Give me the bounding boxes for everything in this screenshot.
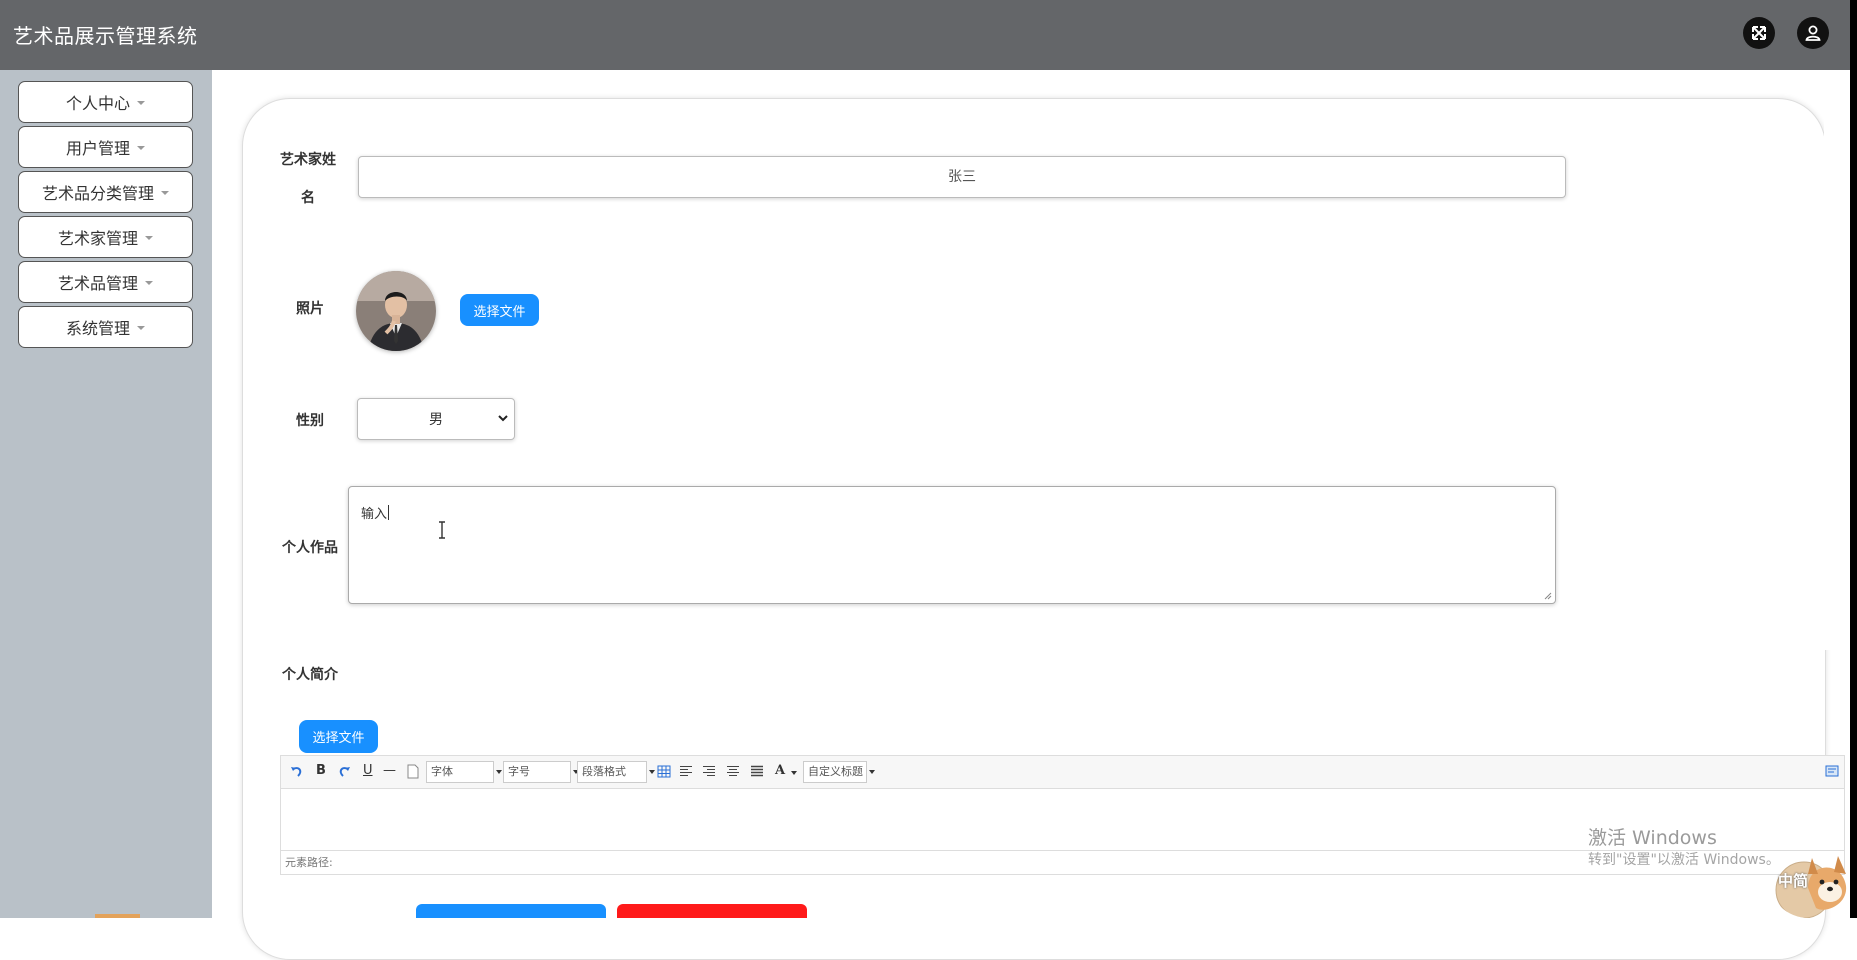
submit-button[interactable] [416, 904, 606, 918]
undo-icon[interactable] [290, 765, 304, 779]
sidebar-item-label: 艺术品管理 [57, 274, 138, 293]
text-cursor [388, 505, 390, 520]
font-size-select[interactable]: 字号 [503, 761, 579, 783]
sidebar-item-system-management[interactable]: 系统管理 [18, 306, 193, 348]
works-textarea[interactable]: 输入 [348, 486, 1556, 604]
gender-select[interactable]: 男 [357, 398, 515, 440]
avatar [356, 271, 436, 351]
taskbar-strip [95, 914, 140, 918]
font-family-select[interactable]: 字体 [426, 761, 502, 783]
cancel-button[interactable] [617, 904, 807, 918]
caret-down-icon [145, 281, 153, 285]
artist-name-input[interactable]: 张三 [358, 156, 1566, 198]
bold-icon[interactable]: B [316, 763, 326, 778]
font-color-icon[interactable]: A [775, 763, 785, 778]
works-label: 个人作品 [282, 540, 338, 556]
user-icon [1805, 25, 1821, 41]
windows-activation-title: 激活 Windows [1588, 827, 1717, 849]
scrollbar[interactable] [1824, 70, 1842, 650]
windows-activation-subtitle: 转到"设置"以激活 Windows。 [1588, 852, 1780, 868]
font-family-value: 字体 [431, 765, 453, 778]
sidebar-item-label: 个人中心 [65, 94, 130, 113]
user-menu-button[interactable] [1797, 17, 1829, 49]
custom-title-value: 自定义标题 [808, 765, 863, 778]
custom-title-select[interactable]: 自定义标题 [803, 761, 875, 783]
document-icon[interactable] [407, 764, 419, 779]
align-justify-icon[interactable] [750, 765, 764, 777]
table-icon[interactable] [657, 765, 671, 778]
caret-down-icon [137, 326, 145, 330]
chevron-down-icon [498, 415, 508, 422]
sidebar-item-label: 系统管理 [65, 319, 130, 338]
intro-choose-file-button[interactable]: 选择文件 [299, 720, 378, 753]
sidebar-item-user-management[interactable]: 用户管理 [18, 126, 193, 168]
align-left-icon[interactable] [679, 765, 693, 777]
caret-down-icon [161, 191, 169, 195]
app-title: 艺术品展示管理系统 [13, 24, 198, 48]
font-size-value: 字号 [508, 765, 530, 778]
sidebar-item-category-management[interactable]: 艺术品分类管理 [18, 171, 193, 213]
ime-label: 中简 [1778, 872, 1809, 890]
dropdown-arrow-icon [869, 770, 875, 774]
gender-label: 性别 [296, 413, 324, 429]
artist-name-label: 艺术家姓 名 [276, 149, 340, 207]
photo-choose-file-button[interactable]: 选择文件 [460, 294, 539, 326]
caret-down-icon [145, 236, 153, 240]
sidebar-item-personal-center[interactable]: 个人中心 [18, 81, 193, 123]
editor-toolbar: B U — 字体 字号 段落格式 A 自定义标题 [281, 756, 1844, 789]
dropdown-arrow-icon [649, 770, 655, 774]
works-text: 输入 [361, 507, 388, 522]
caret-down-icon [137, 101, 145, 105]
top-bar: 艺术品展示管理系统 [0, 0, 1857, 71]
paragraph-format-value: 段落格式 [582, 765, 626, 778]
align-right-icon[interactable] [702, 765, 716, 777]
sidebar-item-artist-management[interactable]: 艺术家管理 [18, 216, 193, 258]
label-line: 名 [301, 190, 315, 206]
sidebar-item-artwork-management[interactable]: 艺术品管理 [18, 261, 193, 303]
window-edge [1850, 0, 1857, 918]
underline-icon[interactable]: U [363, 763, 373, 778]
paragraph-format-select[interactable]: 段落格式 [577, 761, 655, 783]
photo-label: 照片 [296, 301, 324, 317]
dropdown-arrow-icon [496, 770, 502, 774]
source-code-icon[interactable] [1825, 764, 1839, 778]
intro-label: 个人简介 [282, 667, 338, 683]
resize-grip-icon[interactable] [1544, 592, 1552, 600]
sidebar-item-label: 艺术家管理 [57, 229, 138, 248]
expand-icon [1752, 26, 1766, 40]
align-center-icon[interactable] [726, 765, 740, 777]
dropdown-arrow-icon [791, 771, 797, 775]
gender-select-value: 男 [429, 412, 443, 428]
redo-icon[interactable] [337, 765, 351, 779]
ibeam-cursor-icon [439, 521, 445, 539]
sidebar-item-label: 用户管理 [65, 139, 130, 158]
horizontal-rule-icon[interactable]: — [383, 763, 396, 778]
caret-down-icon [137, 146, 145, 150]
label-line: 艺术家姓 [280, 152, 336, 168]
sidebar-item-label: 艺术品分类管理 [41, 184, 154, 203]
fullscreen-button[interactable] [1743, 17, 1775, 49]
